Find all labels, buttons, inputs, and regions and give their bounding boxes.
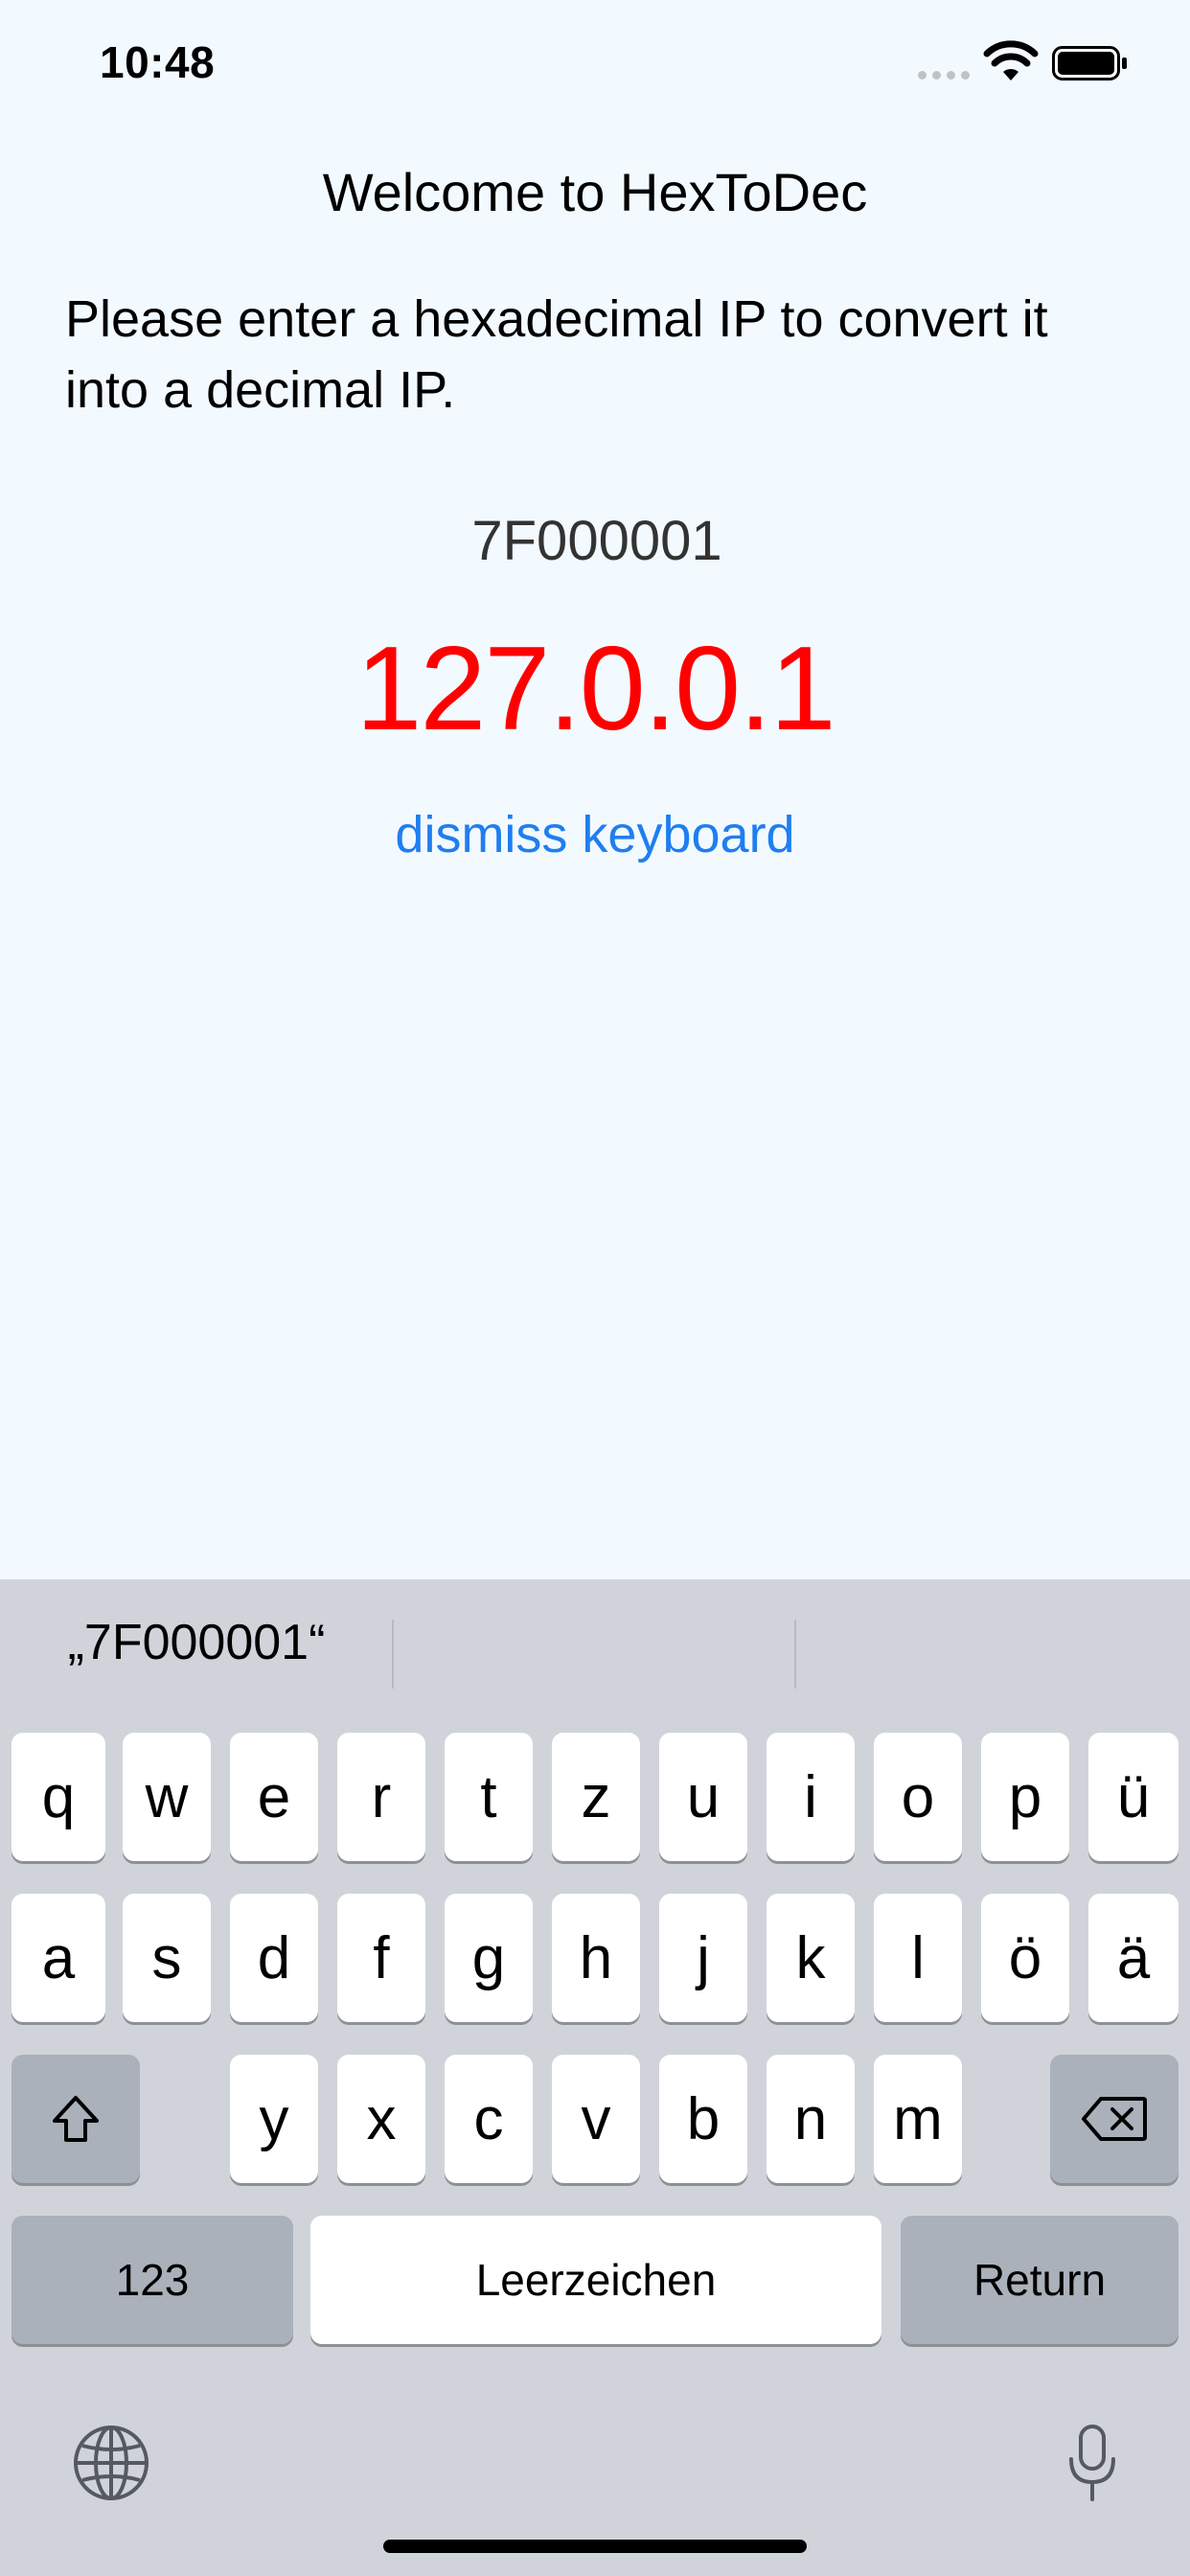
key[interactable]: b	[659, 2055, 747, 2183]
wifi-icon	[983, 40, 1039, 80]
key[interactable]: h	[552, 1894, 640, 2022]
key[interactable]: s	[123, 1894, 211, 2022]
key[interactable]: x	[337, 2055, 425, 2183]
dismiss-keyboard-button[interactable]: dismiss keyboard	[355, 805, 835, 864]
key[interactable]: ü	[1088, 1733, 1179, 1861]
globe-icon[interactable]	[71, 2423, 151, 2503]
space-key[interactable]: Leerzeichen	[310, 2216, 881, 2344]
instructions-text: Please enter a hexadecimal IP to convert…	[65, 290, 1048, 419]
delete-key[interactable]	[1050, 2055, 1179, 2183]
suggestion-item[interactable]: „7F000001“	[0, 1604, 393, 1681]
key[interactable]: v	[552, 2055, 640, 2183]
key[interactable]: z	[552, 1733, 640, 1861]
keyboard: „7F000001“ q w e r t z u i o p ü a s d f…	[0, 1579, 1190, 2576]
key[interactable]: t	[445, 1733, 533, 1861]
key[interactable]: o	[874, 1733, 962, 1861]
decimal-result: 127.0.0.1	[355, 623, 835, 755]
numbers-key[interactable]: 123	[11, 2216, 293, 2344]
key[interactable]: w	[123, 1733, 211, 1861]
key[interactable]: ö	[981, 1894, 1069, 2022]
backspace-icon	[1082, 2097, 1147, 2141]
battery-icon	[1052, 46, 1127, 80]
key[interactable]: e	[230, 1733, 318, 1861]
suggestion-item[interactable]	[394, 1604, 794, 1681]
key[interactable]: k	[767, 1894, 855, 2022]
shift-key[interactable]	[11, 2055, 140, 2183]
key[interactable]: l	[874, 1894, 962, 2022]
key[interactable]: ä	[1088, 1894, 1179, 2022]
return-key[interactable]: Return	[901, 2216, 1179, 2344]
suggestion-item[interactable]	[796, 1604, 1190, 1681]
key[interactable]: j	[659, 1894, 747, 2022]
key[interactable]: d	[230, 1894, 318, 2022]
key[interactable]: p	[981, 1733, 1069, 1861]
status-time: 10:48	[100, 37, 216, 87]
key[interactable]: r	[337, 1733, 425, 1861]
key[interactable]: i	[767, 1733, 855, 1861]
cellular-signal-icon	[918, 71, 970, 80]
shift-icon	[53, 2096, 99, 2142]
key[interactable]: f	[337, 1894, 425, 2022]
home-indicator	[383, 2540, 807, 2553]
hex-input-field[interactable]	[355, 506, 838, 575]
key[interactable]: u	[659, 1733, 747, 1861]
key[interactable]: n	[767, 2055, 855, 2183]
microphone-icon[interactable]	[1065, 2423, 1119, 2503]
key[interactable]: q	[11, 1733, 105, 1861]
key[interactable]: y	[230, 2055, 318, 2183]
key[interactable]: c	[445, 2055, 533, 2183]
suggestion-bar: „7F000001“	[0, 1579, 1190, 1700]
key[interactable]: g	[445, 1894, 533, 2022]
key[interactable]: m	[874, 2055, 962, 2183]
page-title: Welcome to HexToDec	[322, 162, 868, 222]
key[interactable]: a	[11, 1894, 105, 2022]
